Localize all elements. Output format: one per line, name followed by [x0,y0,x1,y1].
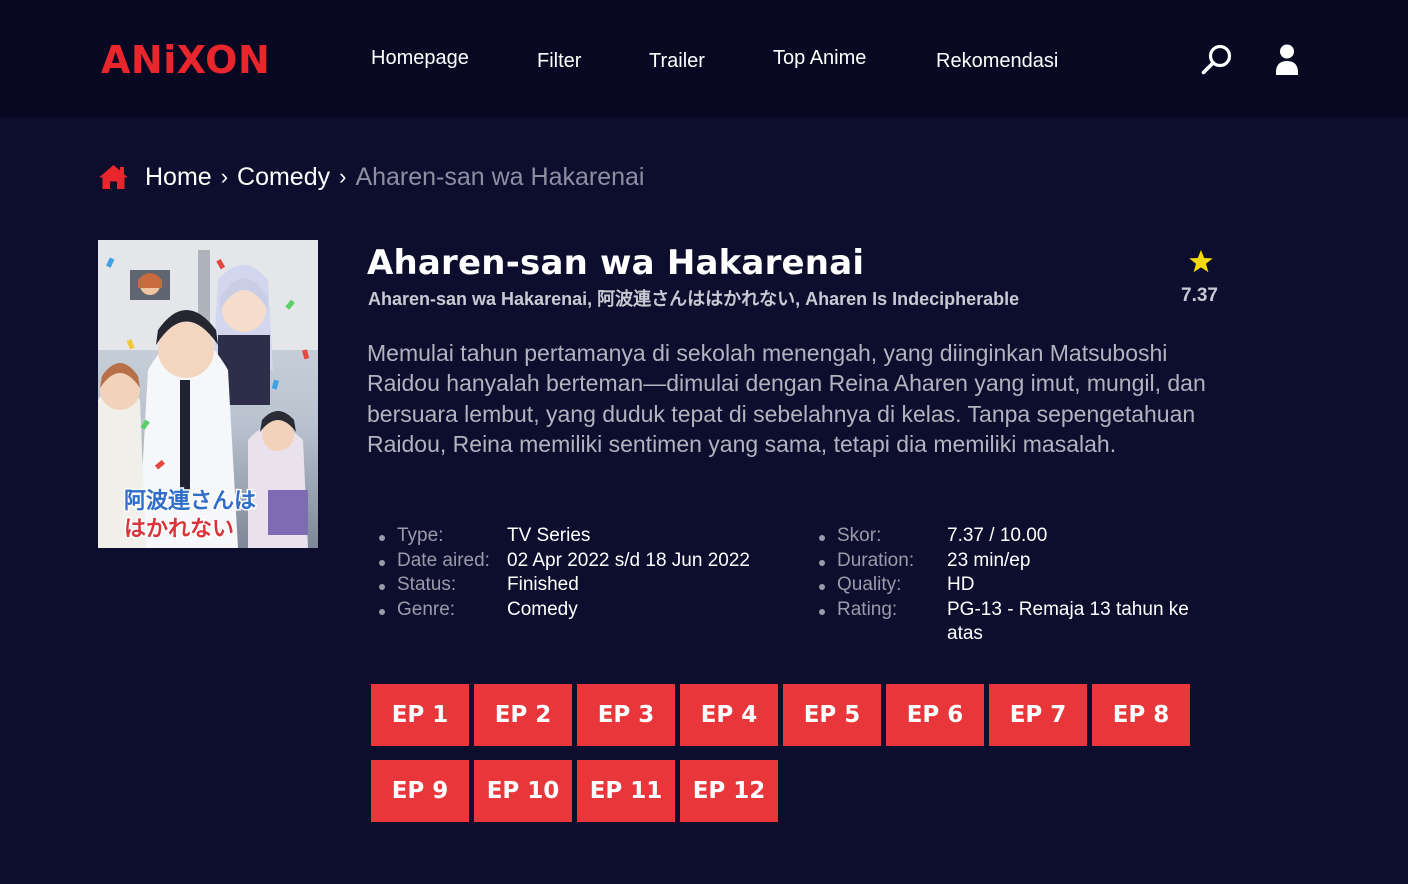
info-value: PG-13 - Remaja 13 tahun ke atas [947,598,1189,645]
episode-button-3[interactable]: EP 3 [577,684,675,746]
info-value: 02 Apr 2022 s/d 18 Jun 2022 [507,549,750,571]
info-label: Quality: [837,574,902,596]
episode-button-9[interactable]: EP 9 [371,760,469,822]
info-row-quality: Quality: HD [809,573,1215,598]
anime-synopsis: Memulai tahun pertamanya di sekolah mene… [367,340,1206,458]
star-icon [1188,249,1214,279]
info-list-right: Skor: 7.37 / 10.00 Duration: 23 min/ep Q… [809,524,1215,647]
info-row-score: Skor: 7.37 / 10.00 [809,524,1215,549]
info-value: Finished [507,574,579,596]
poster-title-jp-line2: はかれない [124,517,234,542]
episode-button-2[interactable]: EP 2 [474,684,572,746]
info-value: TV Series [507,525,591,546]
info-row-genre: Genre: Comedy [369,598,750,623]
info-label: Rating: [837,598,898,620]
poster-title-jp-line1: 阿波連さんは [124,489,256,514]
user-icon[interactable] [1273,43,1301,82]
episode-button-7[interactable]: EP 7 [989,684,1087,746]
info-row-type: Type: TV Series [369,524,750,549]
episode-button-4[interactable]: EP 4 [680,684,778,746]
site-logo[interactable]: ANiXON [101,38,270,82]
info-row-status: Status: Finished [369,573,750,598]
anime-score: 7.37 [1181,285,1218,306]
info-label: Type: [397,525,444,546]
anime-poster: 阿波連さんは はかれない [98,240,318,548]
episode-button-6[interactable]: EP 6 [886,684,984,746]
info-value: HD [947,574,975,596]
info-label: Status: [397,574,457,596]
info-row-rating: Rating: PG-13 - Remaja 13 tahun ke atas [809,598,1215,647]
nav-top-anime[interactable]: Top Anime [773,47,866,70]
breadcrumb-separator: › [339,164,347,189]
breadcrumb-current: Aharen-san wa Hakarenai [355,162,645,191]
site-header: ANiXON Homepage Filter Trailer Top Anime… [0,0,1408,118]
info-row-duration: Duration: 23 min/ep [809,549,1215,574]
info-label: Duration: [837,549,915,571]
breadcrumb-home[interactable]: Home [145,163,212,192]
nav-trailer[interactable]: Trailer [649,50,705,73]
episode-button-1[interactable]: EP 1 [371,684,469,746]
anime-alt-titles: Aharen-san wa Hakarenai, 阿波連さんははかれない, Ah… [368,289,1020,309]
info-label: Date aired: [397,549,490,571]
home-icon[interactable] [98,164,129,190]
episode-button-10[interactable]: EP 10 [474,760,572,822]
episode-button-5[interactable]: EP 5 [783,684,881,746]
info-list-left: Type: TV Series Date aired: 02 Apr 2022 … [369,524,750,622]
episode-button-12[interactable]: EP 12 [680,760,778,822]
episode-button-8[interactable]: EP 8 [1092,684,1190,746]
info-label: Genre: [397,598,456,620]
breadcrumb-separator: › [220,164,229,189]
nav-homepage[interactable]: Homepage [371,47,469,70]
info-value: 23 min/ep [947,549,1031,571]
episode-button-11[interactable]: EP 11 [577,760,675,822]
nav-filter[interactable]: Filter [537,50,581,73]
breadcrumb-category[interactable]: Comedy [237,163,330,192]
info-label: Skor: [837,525,882,546]
episode-list: EP 1 EP 2 EP 3 EP 4 EP 5 EP 6 EP 7 EP 8 … [371,684,1201,822]
breadcrumb: Home › Comedy › Aharen-san wa Hakarenai [98,161,645,193]
search-icon[interactable] [1200,43,1234,82]
genre-link[interactable]: Comedy [507,598,578,623]
info-value: 7.37 / 10.00 [947,525,1048,546]
anime-title: Aharen-san wa Hakarenai [367,243,865,283]
nav-rekomendasi[interactable]: Rekomendasi [936,50,1058,73]
info-row-date-aired: Date aired: 02 Apr 2022 s/d 18 Jun 2022 [369,549,750,574]
